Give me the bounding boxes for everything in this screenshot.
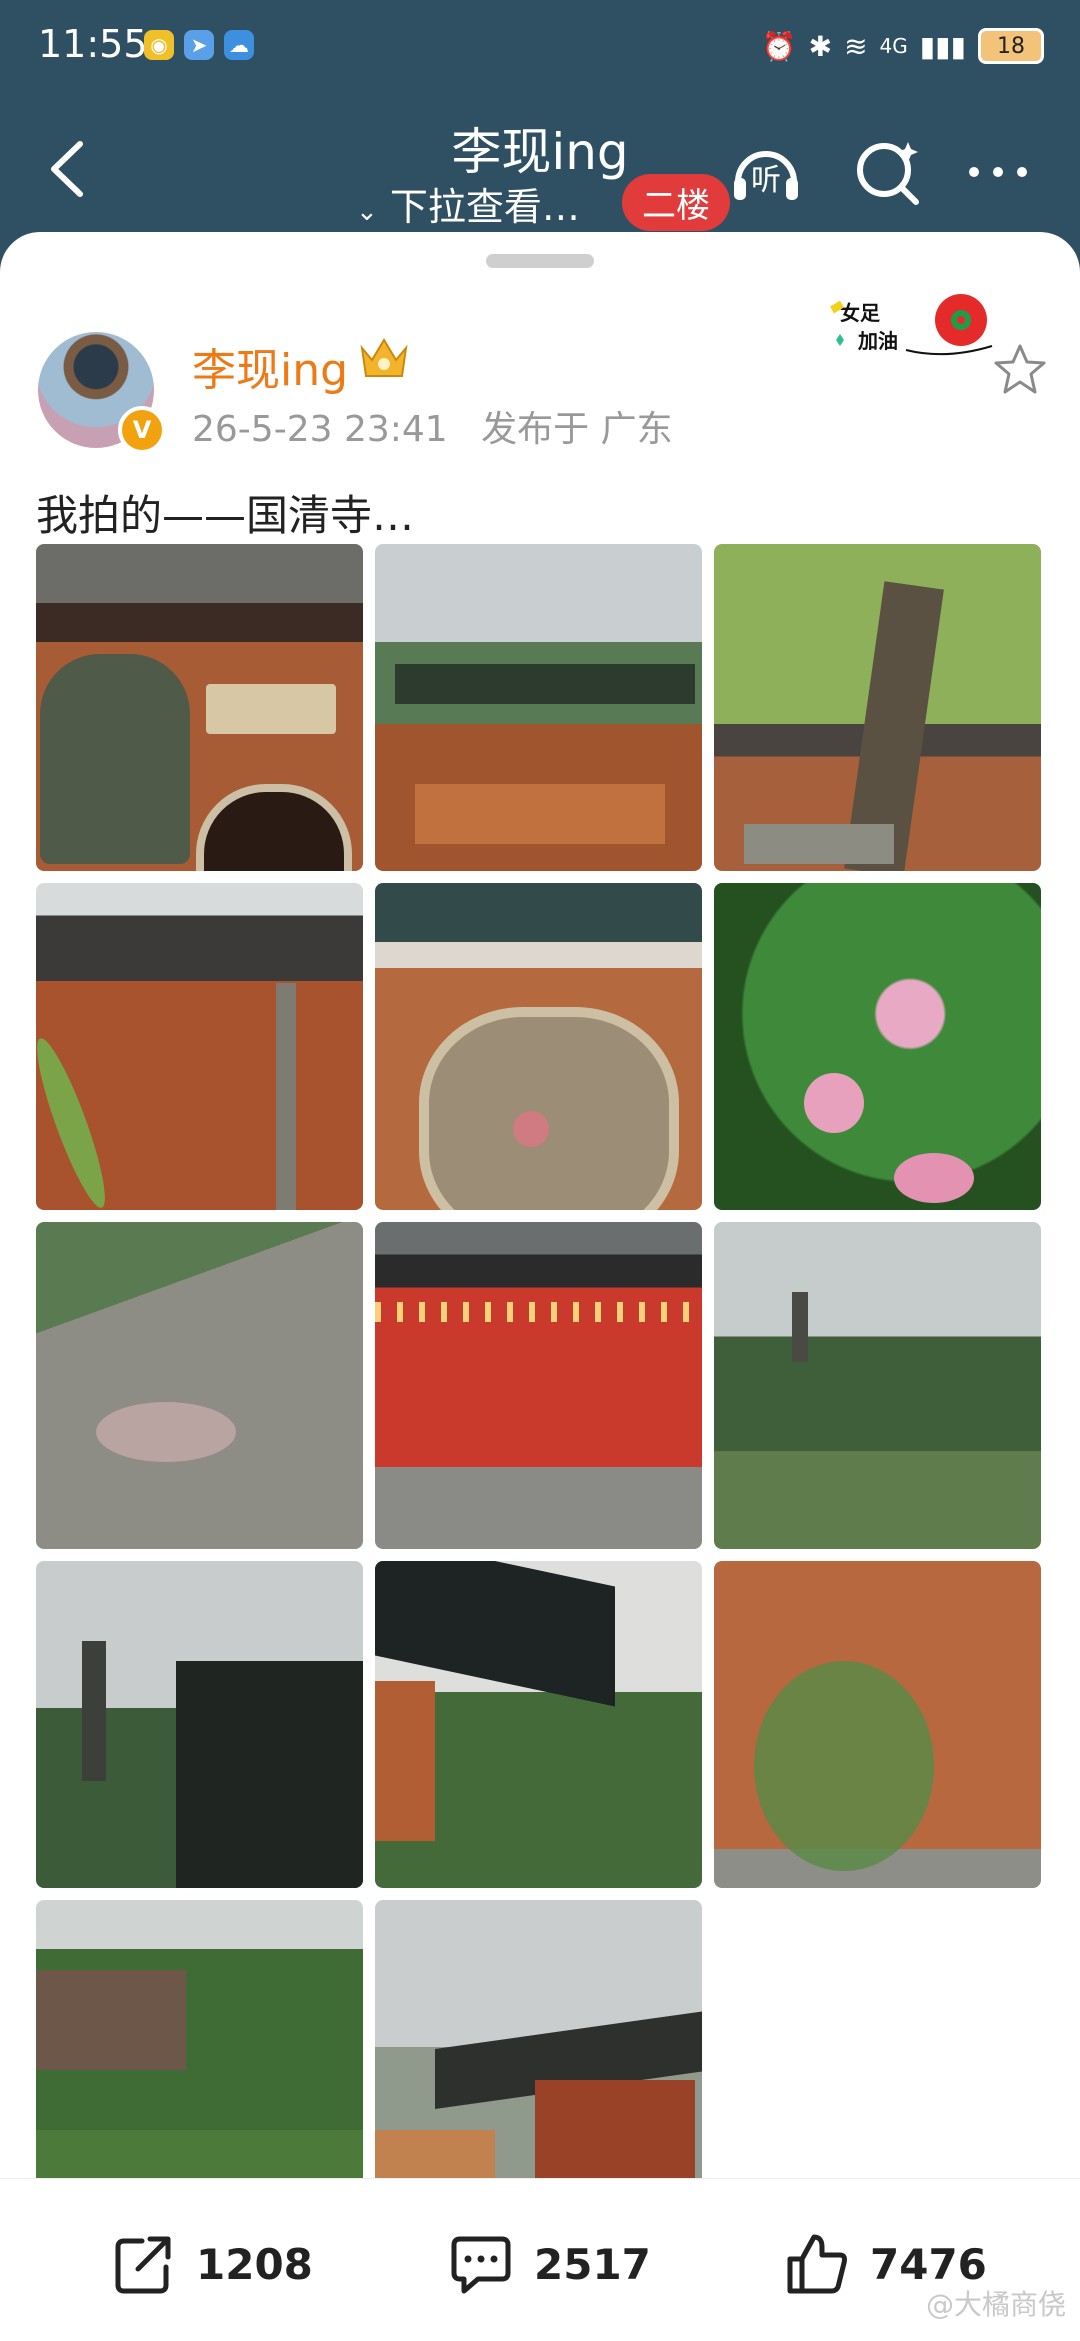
status-bar: 11:55 ◉ ➤ ☁ ⏰ ✱ ≋ 4G ▮▮▮ 18 [0,0,1080,100]
listen-button[interactable]: 听 [728,134,804,210]
floor-badge[interactable]: 二楼 [622,174,730,231]
top-header: 李现ing ⌄ 下拉查看… 二楼 听 [0,100,1080,240]
photo-red-wall[interactable] [714,1561,1041,1888]
sticker-line2: 加油 [857,329,898,353]
wifi-icon: ≋ [844,29,868,63]
repost-button[interactable]: 1208 [108,2229,313,2299]
photo-pagoda-field[interactable] [714,1222,1041,1549]
author-name[interactable]: 李现ing [192,334,348,398]
photo-misty-gate[interactable] [375,544,702,871]
pull-down-label: 下拉查看… [389,185,580,229]
search-button[interactable] [850,134,926,210]
post-time: 26-5-23 23:41 [192,409,448,450]
battery-level: 18 [997,33,1025,59]
post-meta: 26-5-23 23:41 发布于 广东 [192,400,673,452]
repost-count: 1208 [196,2239,313,2289]
photo-lion-gate[interactable] [36,544,363,871]
signal-icon: ▮▮▮ [919,29,966,63]
photo-petals[interactable] [36,1222,363,1549]
status-right: ⏰ ✱ ≋ 4G ▮▮▮ 18 [762,28,1044,64]
comment-button[interactable]: 2517 [446,2229,651,2299]
thumbs-up-icon [787,2234,847,2294]
watermark: @大橘商侥 [925,2288,1066,2321]
status-app-icons: ◉ ➤ ☁ [144,30,254,60]
sheet-drag-handle[interactable] [486,254,594,268]
search-icon [857,142,919,205]
post-text: 我拍的——国清寺… [36,491,415,540]
photo-eaves[interactable] [375,1561,702,1888]
photo-tree-wall[interactable] [714,544,1041,871]
more-dots-icon [969,167,1027,177]
comment-icon [451,2236,511,2294]
headphones-icon: 听 [734,151,798,200]
verified-badge: V [118,406,166,454]
status-time: 11:55 [38,22,148,66]
photo-grid [36,544,1044,2227]
post-location: 发布于 广东 [481,409,673,450]
photo-candles[interactable] [375,1222,702,1549]
sticker-line1: 女足 [840,301,881,325]
crown-badge-icon [360,338,408,377]
photo-blossom[interactable] [714,883,1041,1210]
post-sheet: V 李现ing 26-5-23 23:41 发布于 广东 女足 加油 我拍的——… [0,232,1080,2340]
share-icon [115,2236,171,2294]
photo-pagoda-roof[interactable] [36,1561,363,1888]
comment-count: 2517 [534,2239,651,2289]
favorite-button[interactable] [992,342,1048,398]
photo-window[interactable] [375,883,702,1210]
star-icon [994,344,1046,394]
like-count: 7476 [870,2239,987,2289]
network-type: 4G [879,34,908,58]
cloud-app-icon: ☁ [224,30,254,60]
more-button[interactable] [960,134,1036,210]
photo-courtyard[interactable] [36,883,363,1210]
listen-label: 听 [751,163,781,198]
bottom-action-bar: 1208 2517 7476 @大橘商侥 [0,2178,1080,2341]
send-app-icon: ➤ [184,30,214,60]
pull-down-hint[interactable]: ⌄ 下拉查看… [356,176,580,231]
alarm-icon: ⏰ [761,29,797,63]
battery-icon: 18 [978,28,1044,64]
weibo-app-icon: ◉ [144,30,174,60]
bluetooth-icon: ✱ [808,29,833,63]
chevron-down-icon: ⌄ [356,197,378,227]
sticker-badge: 女足 加油 [829,294,993,356]
